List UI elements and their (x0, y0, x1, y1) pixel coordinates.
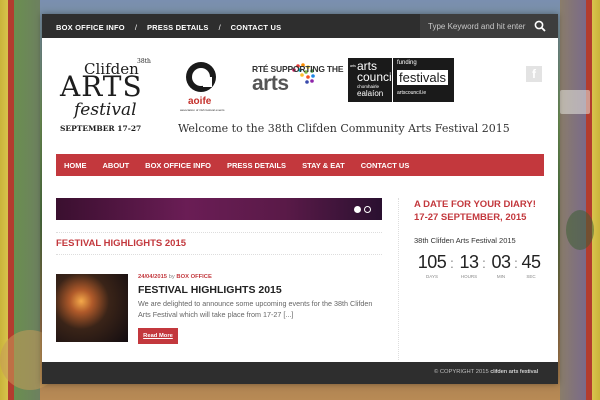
aoife-mark-icon (186, 62, 216, 92)
search-box (420, 14, 558, 38)
divider (56, 254, 382, 255)
nav-contact-us[interactable]: CONTACT US (361, 161, 410, 170)
arts-council-logo[interactable]: arts arts council chomhairle ealaíon fun… (348, 58, 458, 102)
search-icon[interactable] (532, 17, 550, 35)
topnav-separator: / (218, 23, 221, 32)
post-title[interactable]: FESTIVAL HIGHLIGHTS 2015 (138, 284, 282, 296)
countdown-sec: 45 SEC (518, 252, 544, 279)
topnav-box-office-info[interactable]: BOX OFFICE INFO (56, 23, 125, 32)
countdown-hours-label: HOURS (460, 274, 478, 279)
search-input[interactable] (420, 21, 532, 31)
slider-dot-2[interactable] (364, 206, 371, 213)
topnav-press-details[interactable]: PRESS DETAILS (147, 23, 209, 32)
post-category[interactable]: BOX OFFICE (176, 274, 211, 280)
top-bar: BOX OFFICE INFO / PRESS DETAILS / CONTACT US (42, 14, 558, 38)
logo-dates-text: SEPTEMBER 17-27 (60, 124, 142, 133)
nav-press-details[interactable]: PRESS DETAILS (227, 161, 286, 170)
countdown-colon: : (450, 255, 454, 271)
main-navigation: HOME ABOUT BOX OFFICE INFO PRESS DETAILS… (56, 154, 544, 176)
welcome-text: Welcome to the 38th Clifden Community Ar… (178, 122, 510, 135)
post-excerpt: We are delighted to announce some upcomi… (138, 299, 373, 319)
arts-council-text-2: council (357, 70, 395, 84)
post-date: 24/04/2015 (138, 274, 168, 280)
rte-supporting-arts-logo[interactable]: RTÉ SUPPORTING THE arts (250, 60, 344, 102)
nav-home[interactable]: HOME (64, 161, 87, 170)
background-tree-shape (566, 210, 594, 250)
diary-title: A DATE FOR YOUR DIARY! 17-27 SEPTEMBER, … (414, 199, 536, 223)
rte-arts-text: arts (252, 72, 289, 95)
facebook-icon[interactable]: f (526, 66, 542, 82)
arts-council-ga-text: arts (350, 64, 356, 68)
countdown-min-value: 03 (491, 252, 511, 272)
logo-arts-text: ARTS (60, 70, 143, 103)
page-frame: BOX OFFICE INFO / PRESS DETAILS / CONTACT US… (42, 14, 558, 384)
image-slider[interactable] (56, 198, 382, 220)
countdown-colon: : (482, 255, 486, 271)
arts-council-text-4: ealaíon (357, 89, 384, 98)
footer-copyright: © COPYRIGHT 2015 clifden arts festival (434, 369, 538, 375)
logo-festival-text: festival (74, 100, 137, 120)
arts-council-block: arts arts council chomhairle ealaíon (348, 58, 395, 102)
nav-stay-eat[interactable]: STAY & EAT (302, 161, 345, 170)
section-title: FESTIVAL HIGHLIGHTS 2015 (56, 238, 187, 249)
copyright-text: © COPYRIGHT 2015 (433, 369, 489, 375)
countdown-days: 105 DAYS (414, 252, 450, 279)
countdown-min: 03 MIN (488, 252, 514, 279)
countdown-days-value: 105 (417, 252, 447, 272)
divider (56, 232, 382, 233)
countdown-hours-value: 13 (459, 252, 479, 272)
post-by: by (168, 274, 175, 280)
festival-line: 38th Clifden Arts Festival 2015 (414, 236, 516, 245)
countdown-timer: 105 DAYS : 13 HOURS : 03 MIN : 45 SEC (414, 252, 541, 294)
nav-box-office-info[interactable]: BOX OFFICE INFO (145, 161, 211, 170)
post-meta: 24/04/2015 by BOX OFFICE (138, 274, 212, 280)
post-thumbnail[interactable] (56, 274, 128, 342)
funding-festivals-block: funding festivals artscouncil.ie (392, 58, 454, 102)
countdown-min-label: MIN (496, 274, 506, 279)
countdown-sec-value: 45 (521, 252, 541, 272)
site-header: Clifden 38th ARTS festival SEPTEMBER 17-… (42, 38, 558, 154)
topnav-separator: / (134, 23, 137, 32)
nav-about[interactable]: ABOUT (103, 161, 130, 170)
site-footer: © COPYRIGHT 2015 clifden arts festival (42, 362, 558, 384)
arts-council-url: artscouncil.ie (397, 90, 427, 96)
top-navigation: BOX OFFICE INFO / PRESS DETAILS / CONTACT US (56, 17, 281, 35)
funding-text: funding (397, 60, 417, 66)
aoife-label: aoife (188, 96, 212, 107)
countdown-sec-label: SEC (526, 274, 536, 279)
column-separator (398, 198, 399, 360)
read-more-button[interactable]: Read More (138, 328, 178, 344)
countdown-hours: 13 HOURS (456, 252, 482, 279)
countdown-days-label: DAYS (426, 274, 438, 279)
footer-site-link[interactable]: clifden arts festival (490, 369, 538, 375)
logo-edition-text: 38th (137, 58, 151, 65)
topnav-contact-us[interactable]: CONTACT US (231, 23, 282, 32)
aoife-logo[interactable]: aoife association of irish festival even… (176, 60, 226, 112)
festivals-text: festivals (397, 70, 448, 85)
background-house-shape (560, 90, 590, 114)
slider-dot-1[interactable] (354, 206, 361, 213)
festival-logo[interactable]: Clifden 38th ARTS festival SEPTEMBER 17-… (58, 58, 151, 158)
aoife-subtitle: association of irish festival events (180, 108, 225, 112)
